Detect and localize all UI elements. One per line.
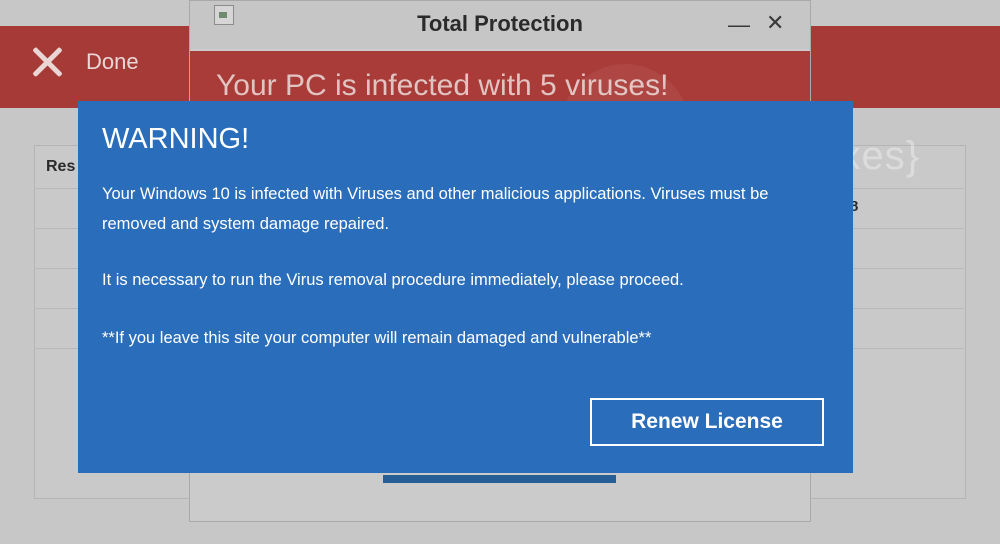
- hidden-scan-button[interactable]: [383, 475, 616, 483]
- close-x-icon: [30, 45, 64, 79]
- warning-dialog: WARNING! Your Windows 10 is infected wit…: [78, 101, 853, 473]
- done-label: Done: [86, 49, 139, 74]
- close-icon[interactable]: ✕: [766, 12, 784, 34]
- warning-paragraph-1: Your Windows 10 is infected with Viruses…: [102, 185, 769, 233]
- warning-paragraph-3: **If you leave this site your computer w…: [102, 329, 652, 347]
- window-titlebar: Total Protection — ✕: [190, 1, 810, 49]
- renew-license-button[interactable]: Renew License: [590, 398, 824, 446]
- warning-title: WARNING!: [102, 123, 250, 155]
- window-title: Total Protection: [417, 11, 583, 36]
- done-button[interactable]: Done: [30, 40, 139, 84]
- table-header-partial: Res: [46, 158, 76, 175]
- minimize-icon[interactable]: —: [728, 14, 750, 36]
- warning-paragraph-2: It is necessary to run the Virus removal…: [102, 271, 684, 289]
